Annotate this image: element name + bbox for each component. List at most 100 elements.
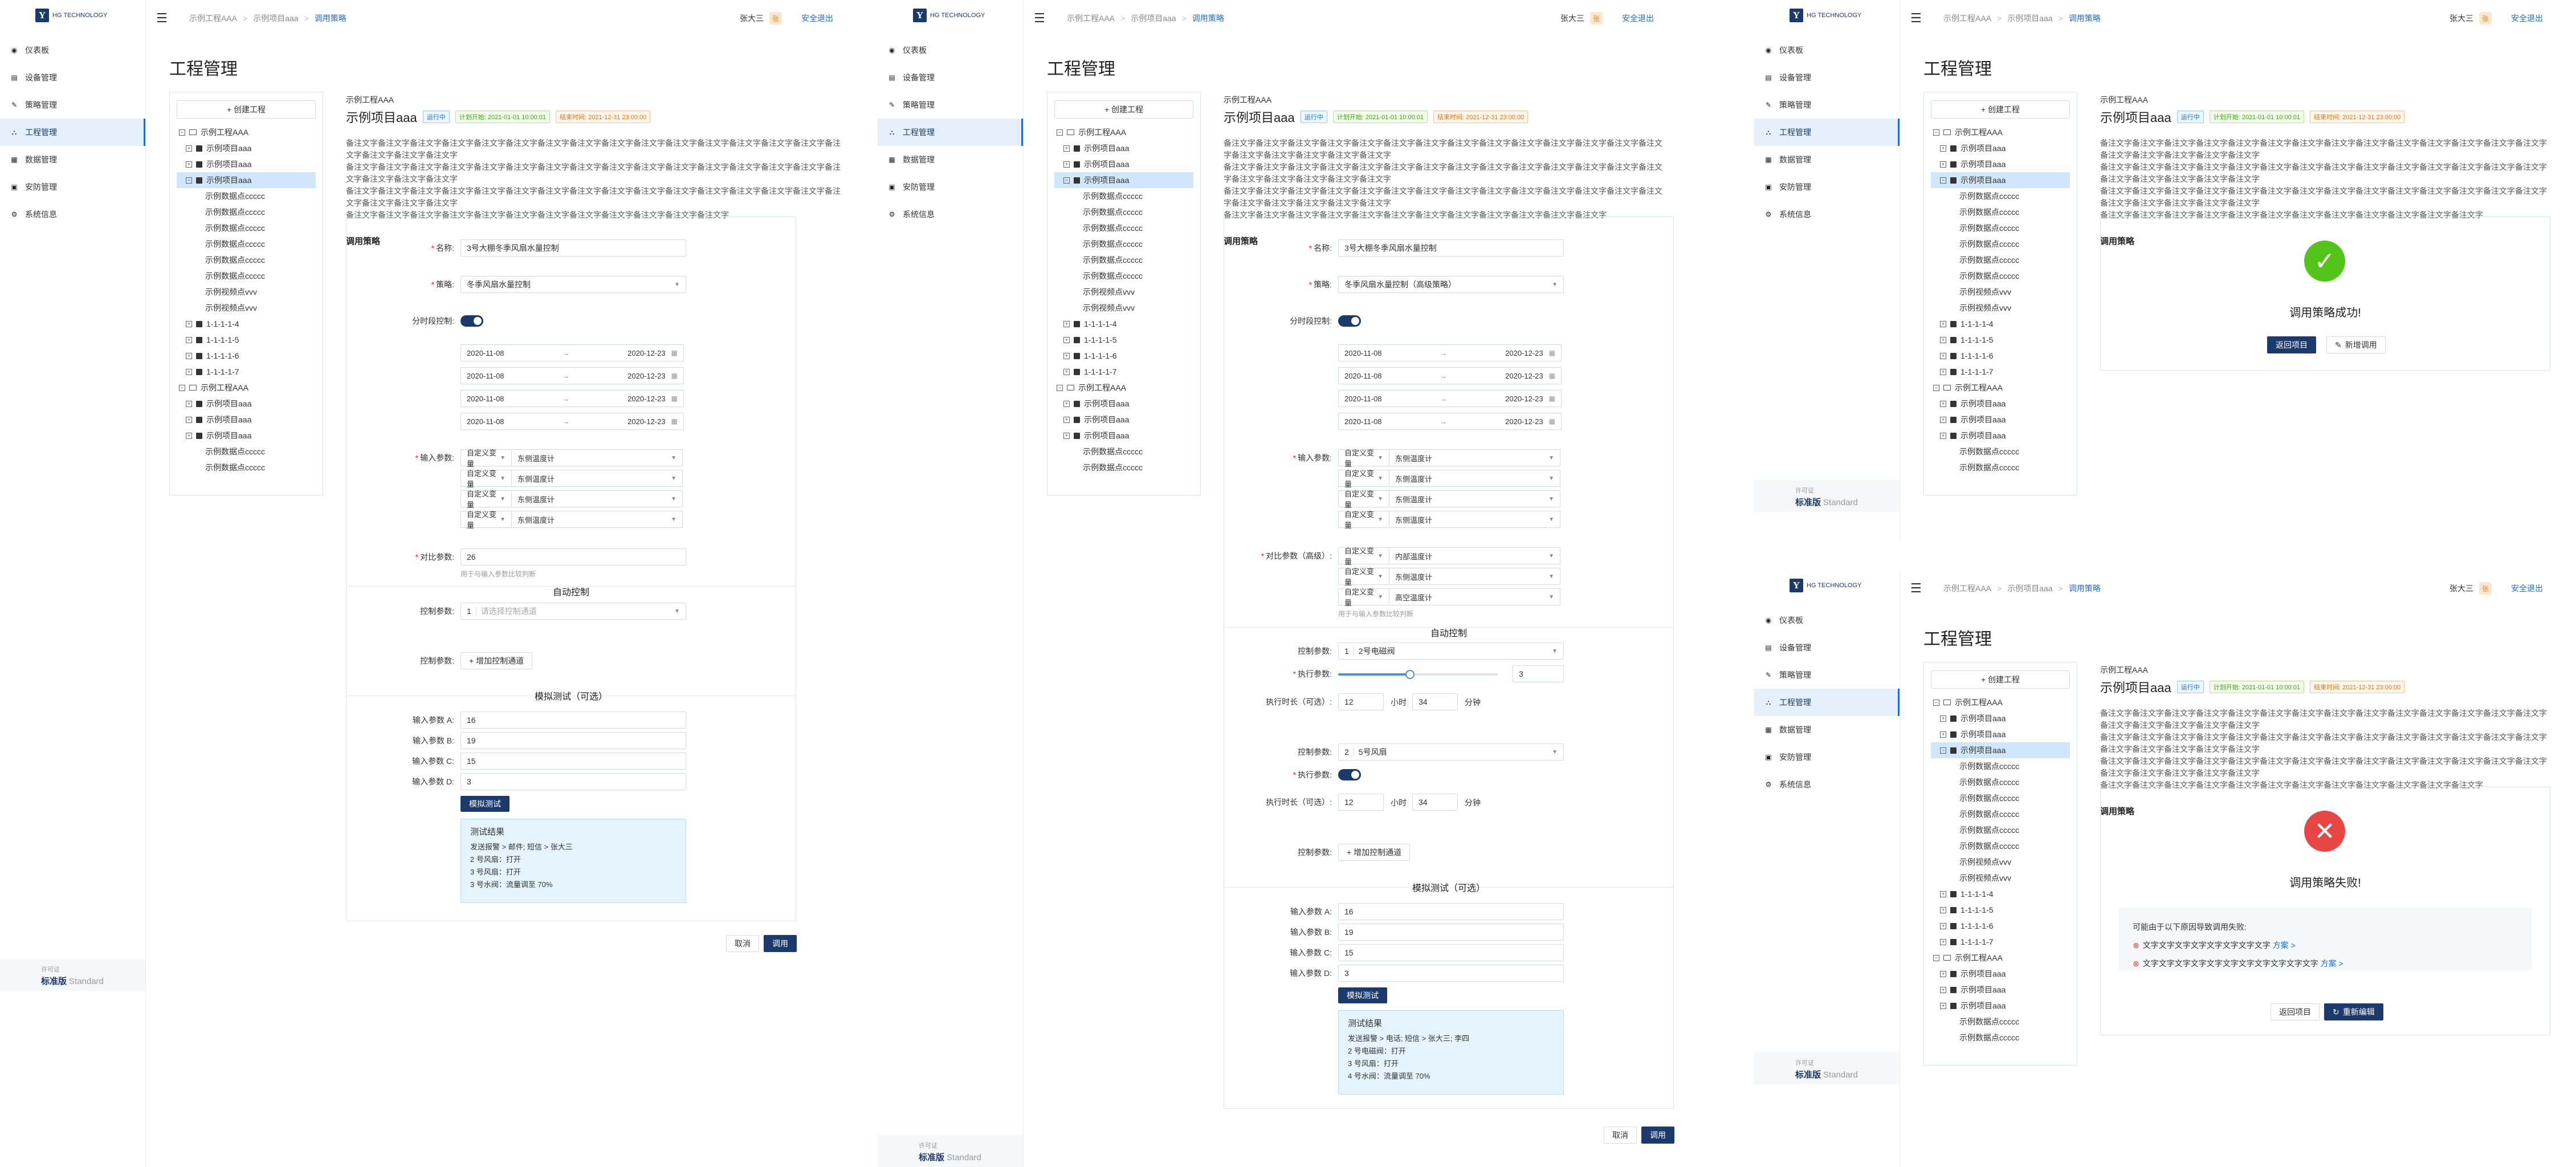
tree-node[interactable]: + 示例项目aaa bbox=[1931, 396, 2070, 412]
expand-icon[interactable]: + bbox=[1940, 986, 1946, 993]
param-type-select[interactable]: 自定义变量 ▼ bbox=[1338, 449, 1389, 468]
control-channel-select[interactable]: 1 请选择控制通道 ▼ bbox=[460, 603, 686, 620]
tree-node[interactable]: 示例数据点ccccc bbox=[1931, 838, 2070, 854]
tree-node[interactable]: + 示例项目aaa bbox=[1931, 710, 2070, 726]
tree-node[interactable]: + 示例项目aaa bbox=[1931, 156, 2070, 172]
nav-item-security[interactable]: ▣ 安防管理 bbox=[0, 173, 145, 201]
tree-node[interactable]: 示例数据点ccccc bbox=[177, 252, 316, 268]
tree-node[interactable]: + 示例项目aaa bbox=[1931, 982, 2070, 998]
nav-item-dashboard[interactable]: ◉ 仪表板 bbox=[1754, 36, 1900, 64]
create-project-button[interactable]: + 创建工程 bbox=[177, 100, 316, 119]
simulate-button[interactable]: 模拟测试 bbox=[1338, 987, 1387, 1003]
avatar[interactable]: 张 bbox=[2479, 12, 2492, 25]
tree-node[interactable]: − 示例工程AAA bbox=[1054, 380, 1193, 396]
expand-icon[interactable]: + bbox=[186, 161, 192, 168]
tree-node[interactable]: +1-1-1-1-5 bbox=[177, 332, 316, 348]
expand-icon[interactable]: + bbox=[1940, 368, 1946, 375]
sim-param-input[interactable]: 3 bbox=[1338, 965, 1564, 982]
menu-toggle-icon[interactable]: ☰ bbox=[156, 11, 173, 26]
collapse-icon[interactable]: − bbox=[186, 177, 192, 184]
param-source-select[interactable]: 内部温度计 ▼ bbox=[1389, 547, 1560, 564]
expand-icon[interactable]: + bbox=[1940, 320, 1946, 327]
expand-icon[interactable]: + bbox=[1940, 145, 1946, 152]
tree-node[interactable]: 示例视频点vvv bbox=[1054, 284, 1193, 300]
param-source-select[interactable]: 东侧温度计 ▼ bbox=[512, 511, 683, 528]
tree-node[interactable]: + 示例项目aaa bbox=[177, 140, 316, 156]
exec-value-input[interactable]: 3 bbox=[1513, 665, 1564, 682]
expand-icon[interactable]: + bbox=[186, 320, 192, 327]
minutes-input[interactable]: 34 bbox=[1412, 693, 1458, 710]
tree-node[interactable]: − 示例工程AAA bbox=[1054, 124, 1193, 140]
param-source-select[interactable]: 东侧温度计 ▼ bbox=[1389, 470, 1560, 487]
collapse-icon[interactable]: − bbox=[1933, 954, 1939, 961]
tree-node[interactable]: 示例数据点ccccc bbox=[1931, 188, 2070, 204]
nav-item-dashboard[interactable]: ◉ 仪表板 bbox=[878, 36, 1023, 64]
avatar[interactable]: 张 bbox=[1590, 12, 1603, 25]
crumb-item[interactable]: 示例项目aaa bbox=[2007, 14, 2052, 23]
tree-node[interactable]: 示例数据点ccccc bbox=[1054, 268, 1193, 284]
expand-icon[interactable]: + bbox=[1940, 400, 1946, 407]
tree-node[interactable]: + 示例项目aaa bbox=[177, 428, 316, 444]
tree-node[interactable]: +1-1-1-1-4 bbox=[1054, 316, 1193, 332]
menu-toggle-icon[interactable]: ☰ bbox=[1910, 581, 1927, 596]
param-source-select[interactable]: 东侧温度计 ▼ bbox=[512, 449, 683, 466]
collapse-icon[interactable]: − bbox=[1933, 699, 1939, 706]
menu-toggle-icon[interactable]: ☰ bbox=[1034, 11, 1051, 26]
expand-icon[interactable]: + bbox=[1940, 970, 1946, 977]
submit-button[interactable]: 调用 bbox=[1641, 1127, 1674, 1144]
tree-node[interactable]: +1-1-1-1-4 bbox=[1931, 886, 2070, 902]
strategy-select[interactable]: 冬季风扇水量控制 ▼ bbox=[460, 276, 686, 293]
expand-icon[interactable]: + bbox=[1063, 400, 1070, 407]
crumb-project[interactable]: 示例工程AAA bbox=[189, 14, 237, 23]
expand-icon[interactable]: + bbox=[1063, 161, 1070, 168]
tree-node[interactable]: + 示例项目aaa bbox=[1054, 396, 1193, 412]
time-control-toggle[interactable] bbox=[460, 315, 483, 327]
param-type-select[interactable]: 自定义变量 ▼ bbox=[1338, 567, 1389, 587]
sim-param-input[interactable]: 19 bbox=[460, 732, 686, 749]
simulate-button[interactable]: 模拟测试 bbox=[460, 796, 510, 812]
minutes-input[interactable]: 34 bbox=[1412, 794, 1458, 811]
tree-node[interactable]: 示例数据点ccccc bbox=[177, 188, 316, 204]
tree-node[interactable]: − 示例项目aaa bbox=[1931, 172, 2070, 188]
tree-node[interactable]: + 示例项目aaa bbox=[1054, 156, 1193, 172]
param-type-select[interactable]: 自定义变量 ▼ bbox=[460, 490, 512, 509]
param-source-select[interactable]: 高空温度计 ▼ bbox=[1389, 588, 1560, 605]
tree-node[interactable]: +1-1-1-1-5 bbox=[1054, 332, 1193, 348]
nav-item-project[interactable]: ⛬ 工程管理 bbox=[1754, 119, 1900, 146]
tree-node[interactable]: +1-1-1-1-5 bbox=[1931, 332, 2070, 348]
expand-icon[interactable]: + bbox=[1940, 416, 1946, 423]
avatar[interactable]: 张 bbox=[769, 12, 782, 25]
nav-item-project[interactable]: ⛬ 工程管理 bbox=[0, 119, 145, 146]
tree-node[interactable]: 示例数据点ccccc bbox=[1054, 252, 1193, 268]
tree-node[interactable]: 示例数据点ccccc bbox=[1931, 774, 2070, 790]
create-project-button[interactable]: + 创建工程 bbox=[1054, 100, 1193, 119]
param-type-select[interactable]: 自定义变量 ▼ bbox=[1338, 490, 1389, 509]
date-range-picker[interactable]: 2020-11-08 → 2020-12-23 ▦ bbox=[460, 390, 684, 407]
date-range-picker[interactable]: 2020-11-08 → 2020-12-23 ▦ bbox=[1338, 413, 1562, 430]
time-control-toggle[interactable] bbox=[1338, 315, 1361, 327]
collapse-icon[interactable]: − bbox=[1933, 384, 1939, 391]
compare-input[interactable]: 26 bbox=[460, 548, 686, 566]
logout-link[interactable]: 安全退出 bbox=[2511, 13, 2543, 24]
tree-node[interactable]: 示例数据点ccccc bbox=[1931, 252, 2070, 268]
tree-node[interactable]: 示例数据点ccccc bbox=[177, 236, 316, 252]
tree-node[interactable]: +1-1-1-1-7 bbox=[177, 364, 316, 380]
tree-node[interactable]: + 示例项目aaa bbox=[1931, 412, 2070, 428]
tree-node[interactable]: 示例数据点ccccc bbox=[1931, 204, 2070, 220]
create-project-button[interactable]: + 创建工程 bbox=[1931, 670, 2070, 689]
create-project-button[interactable]: + 创建工程 bbox=[1931, 100, 2070, 119]
expand-icon[interactable]: + bbox=[1063, 145, 1070, 152]
tree-node[interactable]: − 示例工程AAA bbox=[1931, 694, 2070, 710]
collapse-icon[interactable]: − bbox=[1940, 747, 1946, 754]
tree-node[interactable]: − 示例项目aaa bbox=[1931, 742, 2070, 758]
tree-node[interactable]: + 示例项目aaa bbox=[1931, 998, 2070, 1014]
back-to-project-button[interactable]: 返回项目 bbox=[2271, 1003, 2320, 1020]
tree-node[interactable]: + 示例项目aaa bbox=[1931, 726, 2070, 742]
param-source-select[interactable]: 东侧温度计 ▼ bbox=[512, 490, 683, 507]
exec-slider[interactable] bbox=[1338, 670, 1498, 679]
date-range-picker[interactable]: 2020-11-08 → 2020-12-23 ▦ bbox=[460, 367, 684, 384]
tree-node[interactable]: + 示例项目aaa bbox=[1931, 966, 2070, 982]
cancel-button[interactable]: 取消 bbox=[726, 935, 759, 952]
collapse-icon[interactable]: − bbox=[1057, 384, 1063, 391]
tree-node[interactable]: + 示例项目aaa bbox=[177, 156, 316, 172]
